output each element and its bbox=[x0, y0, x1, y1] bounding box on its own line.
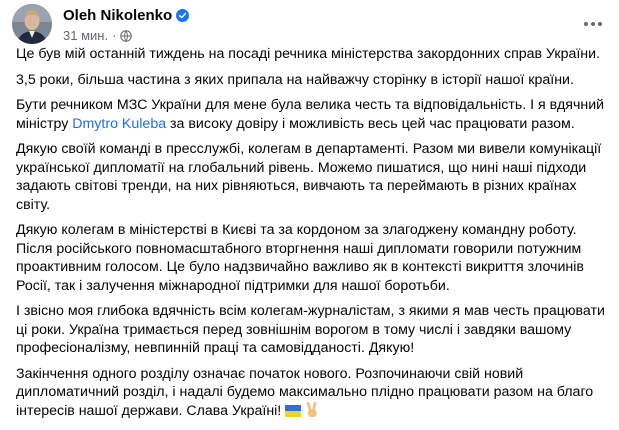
post-body: Це був мій останній тиждень на посаді ре… bbox=[16, 45, 608, 430]
post-header: Oleh Nikolenko 31 мин. · bbox=[12, 4, 607, 44]
ukraine-flag-icon bbox=[285, 404, 302, 424]
author-line: Oleh Nikolenko bbox=[63, 7, 190, 24]
more-options-icon[interactable] bbox=[579, 10, 607, 38]
mention-link[interactable]: Dmytro Kuleba bbox=[72, 116, 166, 132]
post-timestamp[interactable]: 31 мин. bbox=[63, 28, 108, 43]
post-paragraph-2: 3,5 роки, більша частина з яких припала … bbox=[16, 71, 574, 88]
post-paragraph-4: Дякую своїй команді в пресслужбі, колега… bbox=[16, 141, 602, 213]
paragraph-3-text-after: за високу довіру і можливість весь цей ч… bbox=[166, 115, 575, 132]
post-paragraph-6: І звісно моя глибока вдячність всім коле… bbox=[16, 303, 605, 356]
post-paragraph-7: Закінчення одного розділу означає почато… bbox=[16, 365, 608, 424]
globe-icon[interactable] bbox=[120, 29, 133, 42]
post-meta: 31 мин. · bbox=[63, 28, 133, 43]
author-avatar[interactable] bbox=[12, 4, 52, 44]
author-name[interactable]: Oleh Nikolenko bbox=[63, 7, 172, 24]
post-paragraph-3: Бути речником МЗС України для мене була … bbox=[16, 96, 608, 133]
victory-hand-icon bbox=[305, 401, 319, 424]
verified-badge-icon bbox=[176, 9, 190, 22]
facebook-post: Oleh Nikolenko 31 мин. · Це був мій оста… bbox=[0, 0, 619, 419]
post-paragraph-5: Дякую колегам в міністерстві в Києві та … bbox=[16, 222, 584, 294]
meta-separator: · bbox=[112, 28, 117, 43]
post-paragraph-1: Це був мій останній тиждень на посаді ре… bbox=[16, 46, 601, 62]
